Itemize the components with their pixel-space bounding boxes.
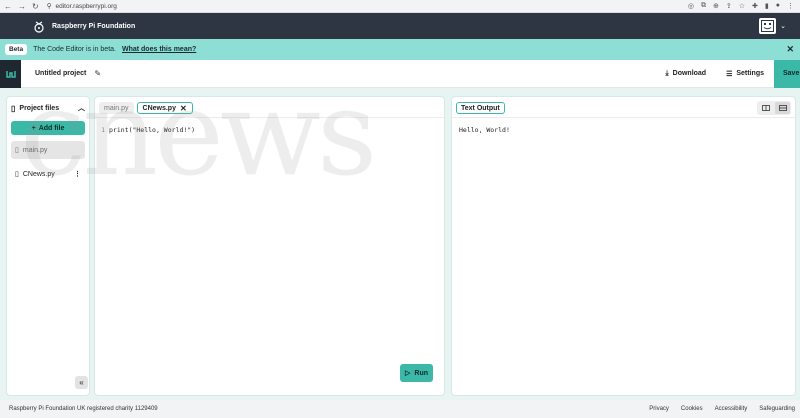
settings-sliders-icon: ☰ [726, 70, 733, 78]
split-view-icon[interactable] [758, 102, 773, 114]
file-name: CNews.py [22, 170, 55, 178]
back-arrow-icon[interactable]: ← [4, 2, 12, 11]
charity-notice: Raspberry Pi Foundation UK registered ch… [9, 406, 158, 412]
project-files-panel: ▯ Project files ︿ + Add file ▯ main.py ▯… [6, 96, 90, 396]
page-footer: Raspberry Pi Foundation UK registered ch… [0, 400, 800, 418]
extensions-icon[interactable]: ✚ [752, 2, 758, 10]
download-button[interactable]: ⤓ Download [656, 70, 717, 78]
raspberry-pi-logo-icon[interactable] [32, 19, 46, 33]
settings-button[interactable]: ☰ Settings [716, 70, 774, 78]
browser-toolbar: ← → ↻ ⚲ editor.raspberrypi.org ◎ ⧉ ⊕ ⇪ ☆… [0, 0, 800, 13]
safeguarding-link[interactable]: Safeguarding [759, 406, 795, 412]
output-text: Hello, World! [459, 126, 510, 134]
add-file-button[interactable]: + Add file [11, 121, 85, 135]
save-button[interactable]: Save [774, 59, 800, 88]
collapse-sidebar-icon[interactable]: « [75, 376, 88, 389]
privacy-link[interactable]: Privacy [649, 406, 669, 412]
browser-nav: ← → ↻ [0, 2, 39, 11]
download-label: Download [672, 70, 707, 77]
code-area[interactable]: 1 print("Hello, World!") [95, 118, 444, 134]
tab-cnews-py[interactable]: CNews.py ✕ [136, 102, 193, 114]
translate-icon[interactable]: ⧉ [701, 2, 706, 10]
zoom-icon[interactable]: ⊕ [713, 2, 719, 10]
cookies-link[interactable]: Cookies [681, 406, 703, 412]
forward-arrow-icon[interactable]: → [18, 2, 26, 11]
browser-tools: ◎ ⧉ ⊕ ⇪ ☆ ✚ ▮ ● ⋮ [688, 2, 800, 10]
pencil-icon[interactable]: ✎ [94, 69, 101, 78]
editor-tabs: main.py CNews.py ✕ [95, 97, 444, 115]
code-line[interactable]: print("Hello, World!") [109, 126, 195, 134]
file-item-cnews[interactable]: ▯ CNews.py ⋮ [11, 165, 85, 183]
more-options-icon[interactable]: ⋮ [74, 170, 81, 178]
reload-icon[interactable]: ↻ [32, 2, 39, 11]
editor-workspace: ▯ Project files ︿ + Add file ▯ main.py ▯… [0, 88, 800, 400]
file-item-main[interactable]: ▯ main.py [11, 141, 85, 159]
file-name: main.py [22, 146, 48, 154]
output-header: Text Output [452, 97, 795, 115]
brand-name[interactable]: Raspberry Pi Foundation [52, 23, 135, 30]
address-bar[interactable]: ⚲ editor.raspberrypi.org [47, 2, 117, 11]
download-icon: ⤓ [665, 69, 669, 77]
user-avatar-icon[interactable] [759, 18, 777, 34]
output-panel: Text Output Hello, World! [451, 96, 796, 396]
tab-label: CNews.py [142, 104, 176, 112]
site-info-icon[interactable]: ⚲ [47, 2, 52, 10]
address-text: editor.raspberrypi.org [55, 2, 117, 10]
google-lens-icon[interactable]: ◎ [688, 2, 694, 10]
beta-message: The Code Editor is in beta. [33, 46, 116, 53]
line-number: 1 [101, 126, 105, 134]
settings-label: Settings [736, 70, 764, 77]
tab-label: main.py [104, 104, 129, 112]
project-actions: ⤓ Download ☰ Settings Save [656, 59, 800, 88]
project-files-title: Project files [19, 104, 60, 112]
add-file-label: Add file [38, 124, 65, 132]
close-tab-icon[interactable]: ✕ [180, 104, 187, 113]
run-button[interactable]: ▷ Run [400, 364, 433, 382]
user-menu[interactable]: ⌄ [759, 18, 786, 34]
tab-main-py[interactable]: main.py [99, 102, 134, 114]
share-icon[interactable]: ⇪ [726, 2, 732, 10]
run-label: Run [414, 369, 428, 377]
sidepanel-icon[interactable]: ▮ [765, 2, 769, 10]
plus-icon: + [31, 124, 36, 132]
browser-menu-icon[interactable]: ⋮ [787, 2, 794, 10]
project-bar: Untitled project ✎ ⤓ Download ☰ Settings… [0, 59, 800, 88]
file-icon: ▯ [15, 147, 19, 154]
beta-banner: Beta The Code Editor is in beta. What do… [0, 39, 800, 60]
project-title[interactable]: Untitled project [35, 70, 86, 77]
bookmark-star-icon[interactable]: ☆ [739, 2, 745, 10]
play-icon: ▷ [405, 370, 411, 377]
close-icon[interactable]: ✕ [786, 44, 794, 55]
chevron-down-icon[interactable]: ⌄ [780, 22, 786, 30]
code-editor-logo-icon[interactable] [0, 59, 21, 88]
site-header: Raspberry Pi Foundation ⌄ [0, 13, 800, 39]
chevron-up-icon[interactable]: ︿ [78, 103, 85, 113]
accessibility-link[interactable]: Accessibility [715, 406, 748, 412]
code-editor-panel: main.py CNews.py ✕ 1 print("Hello, World… [94, 96, 445, 396]
stacked-view-icon[interactable] [775, 102, 790, 114]
profile-icon[interactable]: ● [776, 2, 780, 10]
file-icon: ▯ [11, 103, 16, 113]
footer-links: Privacy Cookies Accessibility Safeguardi… [649, 406, 795, 412]
beta-info-link[interactable]: What does this mean? [122, 46, 196, 53]
beta-badge: Beta [5, 44, 28, 55]
file-icon: ▯ [15, 171, 19, 178]
view-toggle [757, 101, 791, 115]
project-files-header: ▯ Project files ︿ [7, 97, 89, 113]
tab-text-output[interactable]: Text Output [456, 102, 505, 114]
